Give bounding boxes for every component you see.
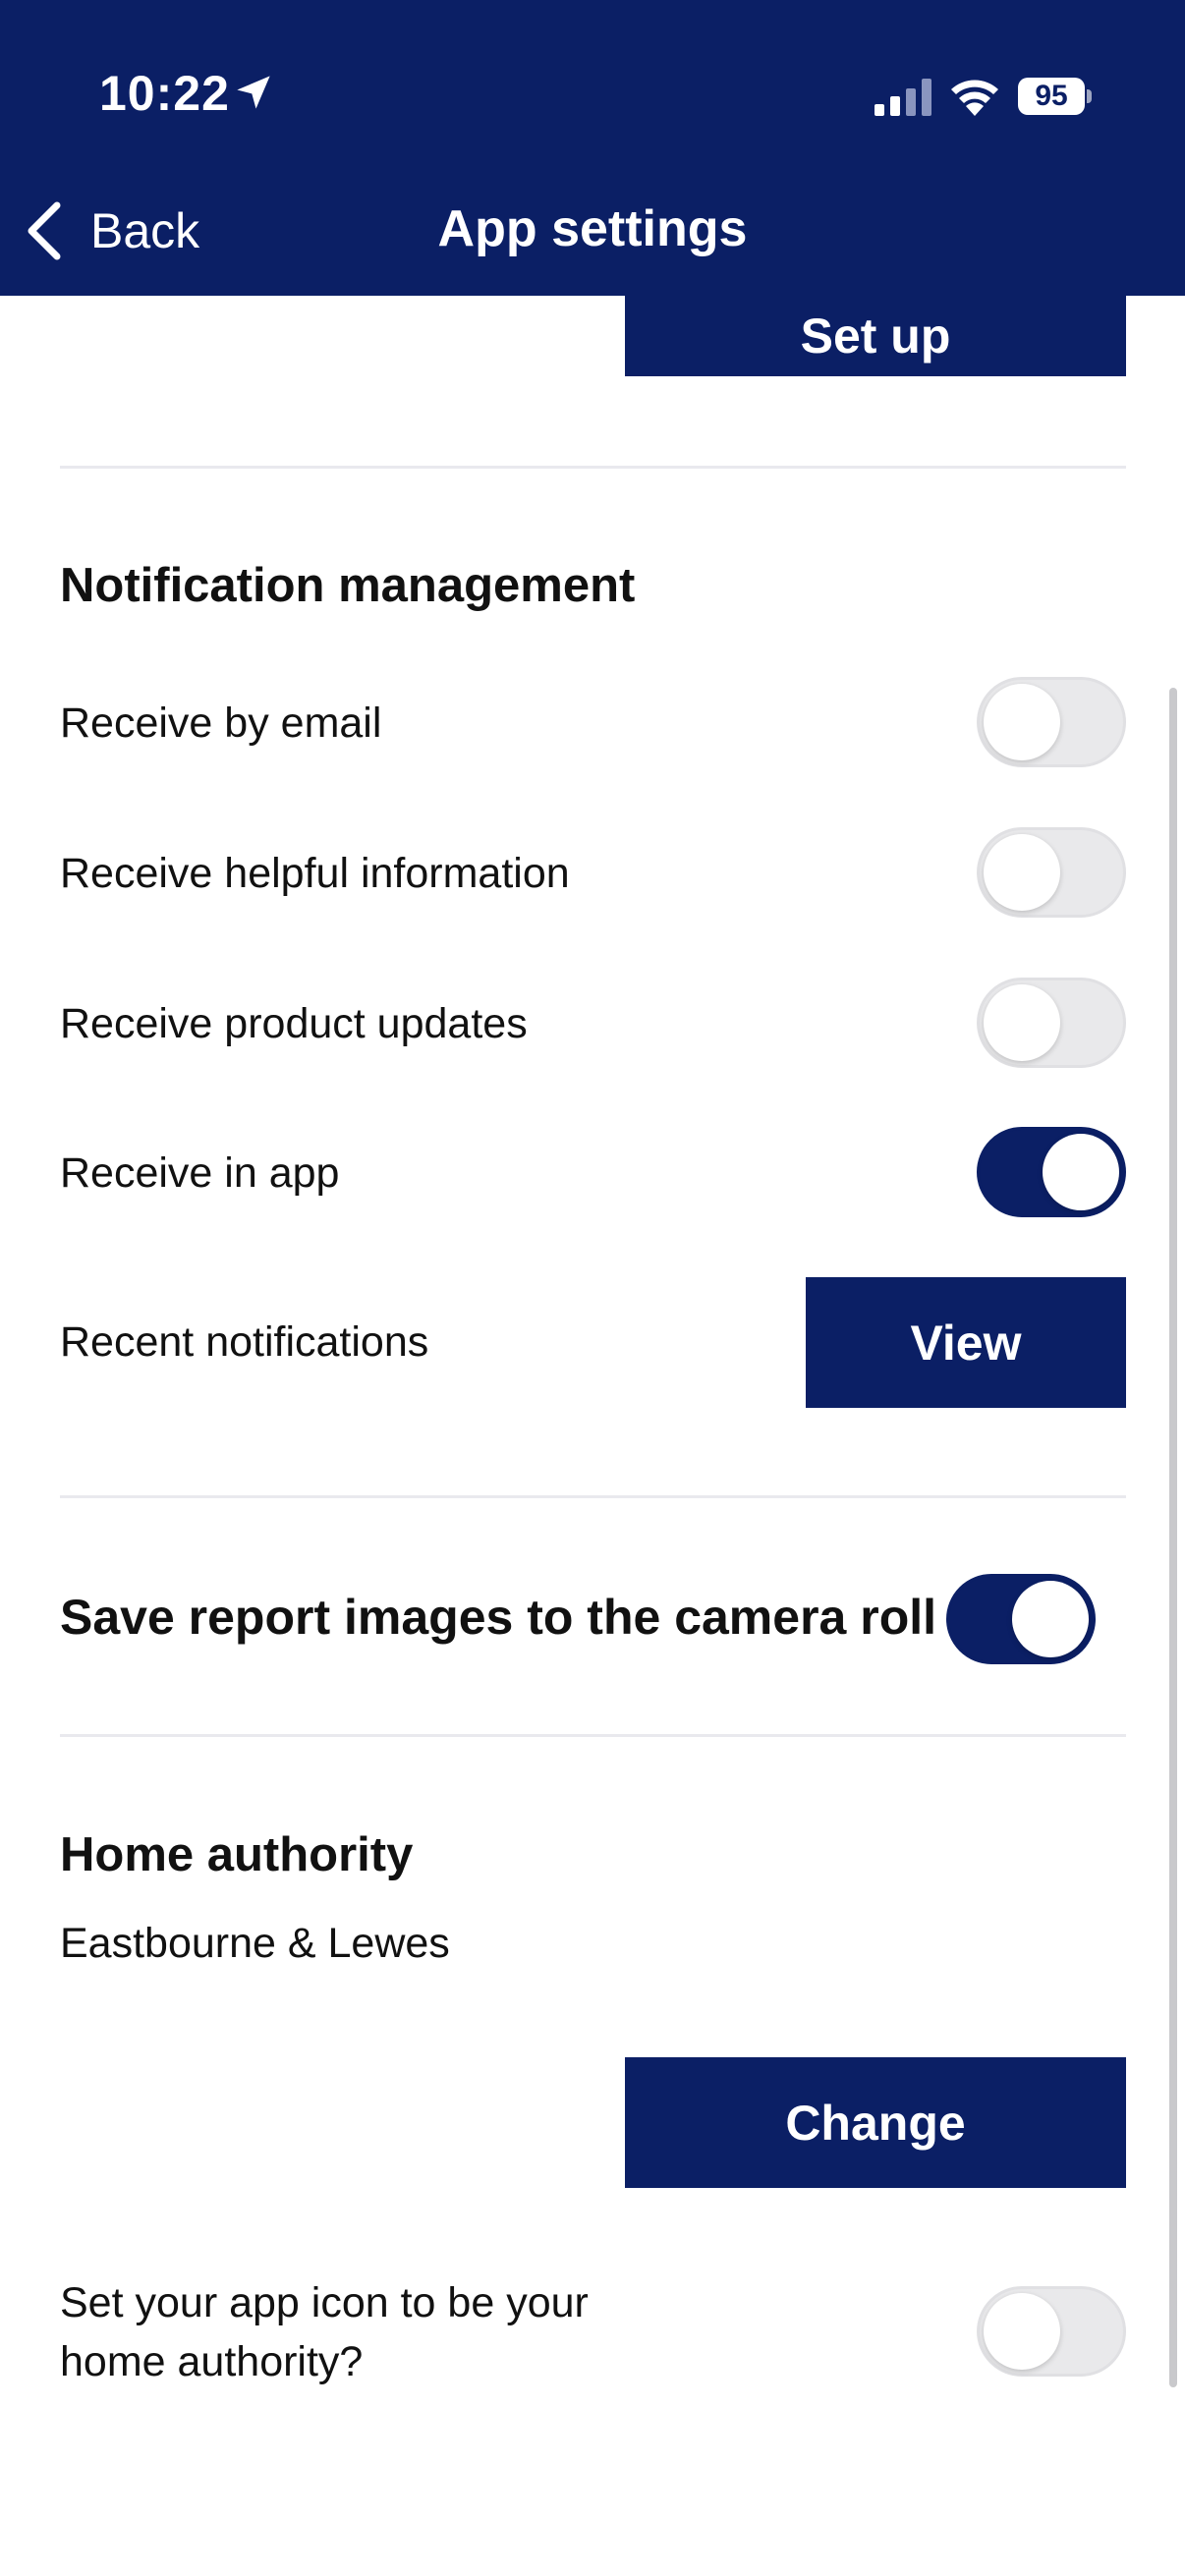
notification-heading: Notification management: [60, 559, 636, 612]
battery-nub: [1087, 89, 1092, 103]
app-icon-prompt-line2: home authority?: [60, 2338, 364, 2385]
app-icon-prompt-line1: Set your app icon to be your: [60, 2279, 589, 2326]
view-button-label: View: [910, 1315, 1022, 1371]
home-authority-value: Eastbourne & Lewes: [60, 1920, 450, 1967]
camera-roll-toggle[interactable]: [946, 1574, 1096, 1664]
battery-level: 95: [1018, 78, 1085, 115]
divider: [60, 1734, 1126, 1737]
toggle-knob: [984, 984, 1060, 1061]
recent-notifications-label: Recent notifications: [60, 1318, 429, 1366]
change-button-label: Change: [785, 2095, 966, 2151]
toggle-knob: [1012, 1581, 1089, 1657]
receive-in-app-toggle[interactable]: [977, 1127, 1126, 1217]
toggle-knob: [1043, 1134, 1119, 1210]
app-header: 10:22 95 Back App settings: [0, 0, 1185, 296]
camera-roll-label: Save report images to the camera roll: [60, 1590, 937, 1645]
toggle-knob: [984, 2293, 1060, 2370]
change-authority-button[interactable]: Change: [625, 2057, 1126, 2188]
cellular-signal-icon: [875, 79, 931, 116]
divider: [60, 466, 1126, 469]
wifi-icon: [951, 80, 998, 116]
app-icon-authority-toggle[interactable]: [977, 2286, 1126, 2377]
battery-icon: 95: [1018, 78, 1092, 115]
setup-button-label: Set up: [800, 308, 951, 364]
receive-product-updates-label: Receive product updates: [60, 1000, 528, 1047]
location-arrow-icon: [237, 76, 270, 109]
receive-in-app-label: Receive in app: [60, 1149, 340, 1197]
receive-helpful-info-label: Receive helpful information: [60, 850, 570, 897]
scrollbar[interactable]: [1169, 688, 1177, 2387]
divider: [60, 1495, 1126, 1498]
receive-email-toggle[interactable]: [977, 677, 1126, 767]
status-time: 10:22: [99, 66, 230, 121]
page-title: App settings: [437, 200, 748, 257]
view-notifications-button[interactable]: View: [806, 1277, 1126, 1408]
receive-product-updates-toggle[interactable]: [977, 978, 1126, 1068]
receive-email-label: Receive by email: [60, 700, 382, 747]
toggle-knob: [984, 684, 1060, 760]
receive-helpful-info-toggle[interactable]: [977, 827, 1126, 918]
home-authority-heading: Home authority: [60, 1828, 414, 1881]
toggle-knob: [984, 834, 1060, 911]
